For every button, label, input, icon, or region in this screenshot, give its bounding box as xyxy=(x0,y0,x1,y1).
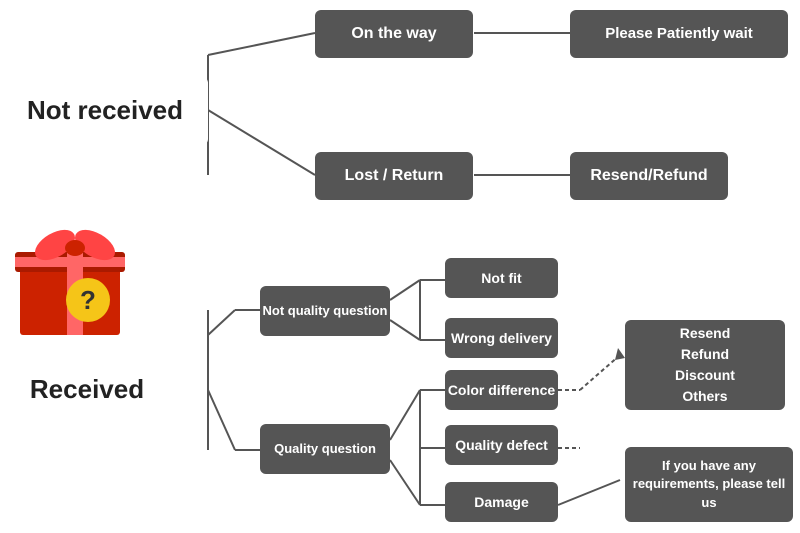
resend-refund-discount-text: Resend Refund Discount Others xyxy=(675,323,735,407)
gift-box-image: ? xyxy=(10,210,140,340)
resend-refund-node-1: Resend/Refund xyxy=(570,152,728,200)
not-quality-question-node: Not quality question xyxy=(260,286,390,336)
diagram-container: Not received On the way Please Patiently… xyxy=(0,0,800,533)
svg-text:?: ? xyxy=(80,285,96,315)
received-node: Received xyxy=(2,360,172,420)
on-the-way-node: On the way xyxy=(315,10,473,58)
not-received-node: Not received xyxy=(2,77,208,145)
lost-return-node: Lost / Return xyxy=(315,152,473,200)
not-fit-node: Not fit xyxy=(445,258,558,298)
resend-refund-discount-node: Resend Refund Discount Others xyxy=(625,320,785,410)
quality-defect-node: Quality defect xyxy=(445,425,558,465)
damage-node: Damage xyxy=(445,482,558,522)
if-requirements-node: If you have any requirements, please tel… xyxy=(625,447,793,522)
please-wait-node: Please Patiently wait xyxy=(570,10,788,58)
quality-question-node: Quality question xyxy=(260,424,390,474)
color-difference-node: Color difference xyxy=(445,370,558,410)
wrong-delivery-node: Wrong delivery xyxy=(445,318,558,358)
